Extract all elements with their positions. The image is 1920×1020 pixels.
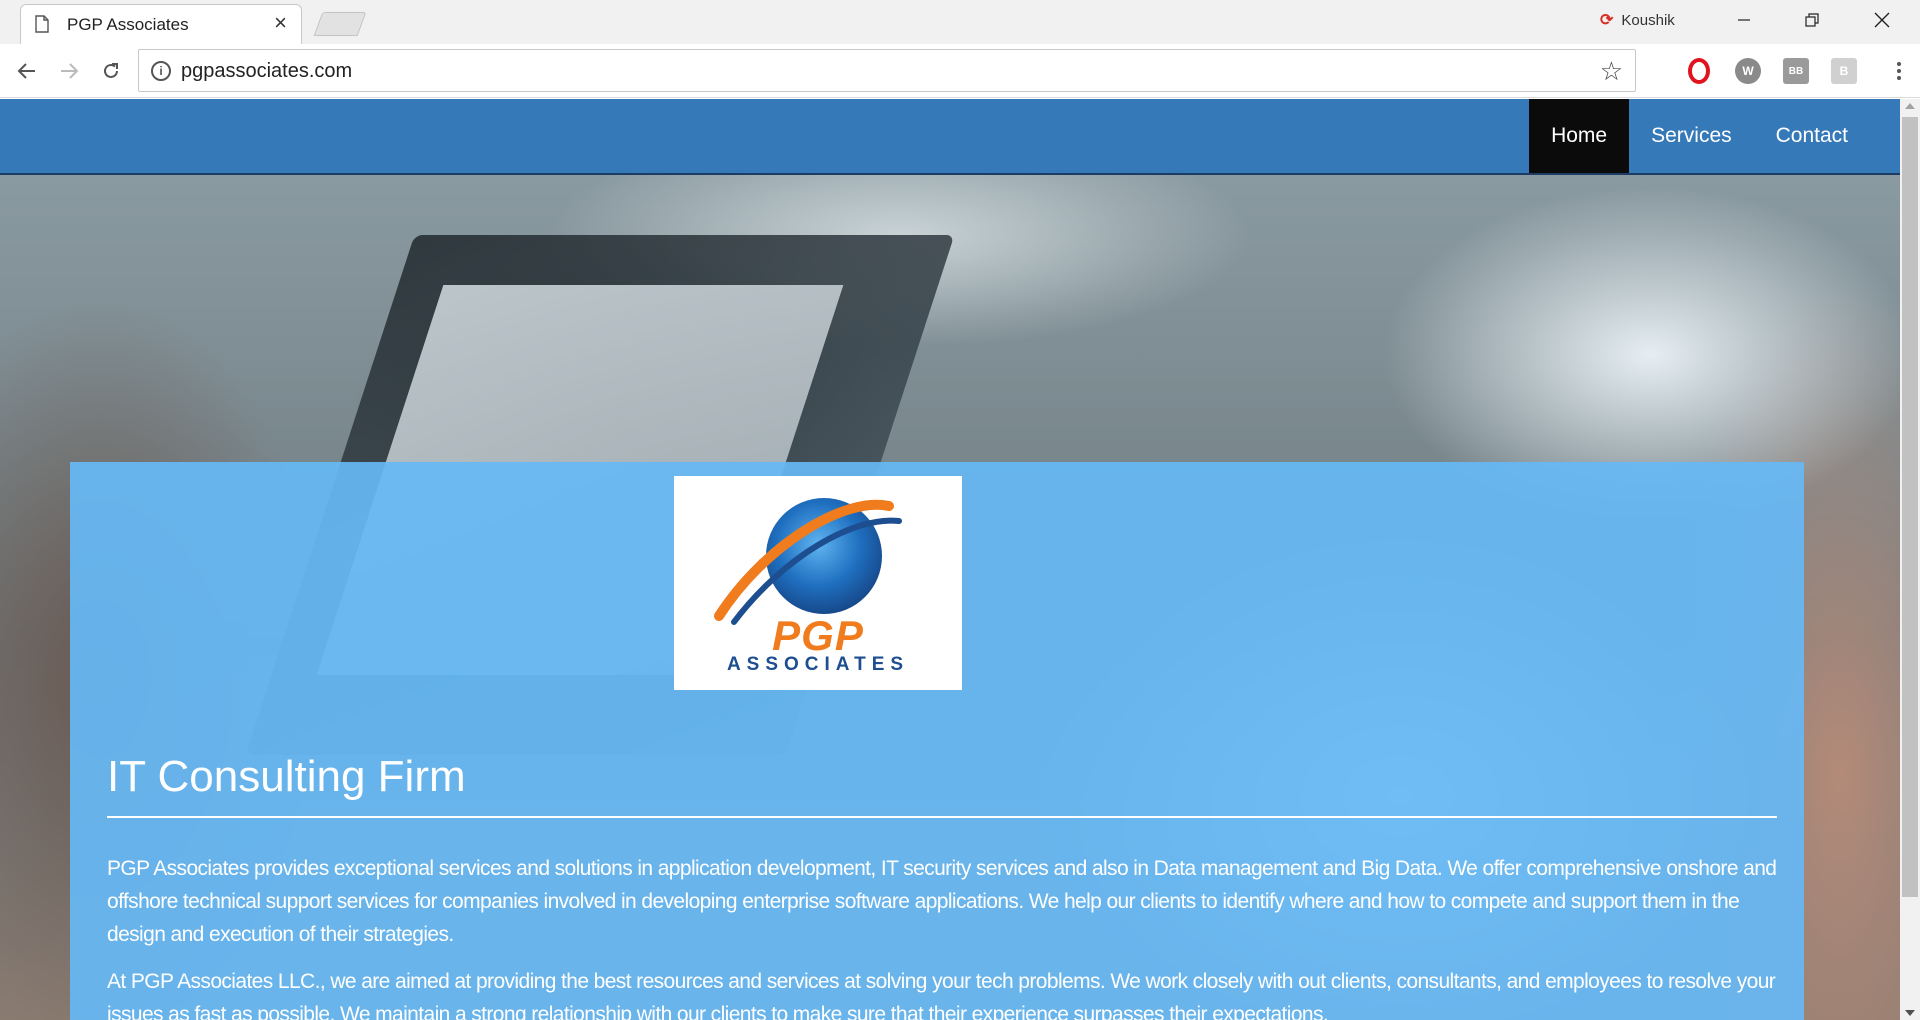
site-info-icon[interactable]: i bbox=[151, 61, 171, 81]
scroll-up-icon[interactable] bbox=[1905, 103, 1915, 109]
heading-divider bbox=[107, 816, 1777, 818]
logo-wordmark: PGP bbox=[772, 612, 864, 659]
page-title: IT Consulting Firm bbox=[107, 752, 466, 801]
forward-arrow-icon bbox=[61, 63, 79, 79]
bb-extension-icon[interactable]: BB bbox=[1783, 58, 1809, 84]
b-extension-icon[interactable]: B bbox=[1831, 58, 1857, 84]
nav-links: Home Services Contact bbox=[1529, 99, 1870, 173]
tab-close-icon[interactable]: × bbox=[274, 12, 287, 34]
w-extension-icon[interactable]: W bbox=[1735, 58, 1761, 84]
bookmark-star-icon[interactable]: ☆ bbox=[1600, 56, 1623, 87]
browser-toolbar: i pgpassociates.com ☆ W BB B bbox=[0, 44, 1920, 98]
opera-icon[interactable] bbox=[1688, 58, 1710, 84]
browser-tab[interactable]: PGP Associates × bbox=[20, 4, 302, 44]
nav-home[interactable]: Home bbox=[1529, 99, 1630, 173]
forward-button[interactable] bbox=[54, 56, 84, 86]
new-tab-button[interactable] bbox=[313, 12, 367, 36]
reload-icon bbox=[104, 63, 118, 78]
intro-panel: PGP ASSOCIATES IT Consulting Firm PGP As… bbox=[70, 462, 1804, 1020]
back-arrow-icon bbox=[17, 63, 35, 79]
minimize-button[interactable] bbox=[1710, 0, 1778, 40]
minimize-icon bbox=[1738, 19, 1750, 21]
tab-strip: PGP Associates × ⟳ Koushik bbox=[0, 0, 1920, 44]
back-button[interactable] bbox=[12, 56, 42, 86]
page-icon bbox=[35, 15, 49, 33]
reload-button[interactable] bbox=[96, 56, 126, 86]
nav-contact[interactable]: Contact bbox=[1754, 99, 1870, 173]
scroll-down-icon[interactable] bbox=[1905, 1010, 1915, 1016]
page-viewport: PGP ASSOCIATES IT Consulting Firm PGP As… bbox=[0, 99, 1900, 1020]
url-text[interactable]: pgpassociates.com bbox=[181, 60, 352, 83]
intro-text: PGP Associates provides exceptional serv… bbox=[107, 852, 1777, 1020]
page-scrollbar[interactable] bbox=[1900, 99, 1920, 1020]
company-logo: PGP ASSOCIATES bbox=[674, 476, 962, 690]
intro-paragraph: At PGP Associates LLC., we are aimed at … bbox=[107, 970, 1776, 1020]
nav-services[interactable]: Services bbox=[1629, 99, 1754, 173]
intro-paragraph: PGP Associates provides exceptional serv… bbox=[107, 857, 1777, 946]
profile-button[interactable]: ⟳ Koushik bbox=[1600, 10, 1675, 30]
close-window-button[interactable] bbox=[1848, 0, 1916, 40]
logo-subtitle: ASSOCIATES bbox=[726, 654, 910, 675]
address-bar[interactable]: i pgpassociates.com ☆ bbox=[138, 49, 1636, 92]
globe-logo-icon bbox=[714, 498, 902, 625]
hero-background: PGP ASSOCIATES IT Consulting Firm PGP As… bbox=[0, 175, 1900, 1020]
sync-error-icon: ⟳ bbox=[1600, 12, 1614, 29]
browser-menu-icon[interactable] bbox=[1886, 58, 1912, 84]
site-navbar: Home Services Contact bbox=[0, 99, 1900, 175]
tab-title: PGP Associates bbox=[67, 15, 189, 34]
restore-icon bbox=[1805, 13, 1819, 27]
scrollbar-thumb[interactable] bbox=[1902, 117, 1918, 897]
profile-name: Koushik bbox=[1621, 11, 1675, 29]
restore-button[interactable] bbox=[1778, 0, 1846, 40]
close-icon bbox=[1874, 12, 1890, 28]
